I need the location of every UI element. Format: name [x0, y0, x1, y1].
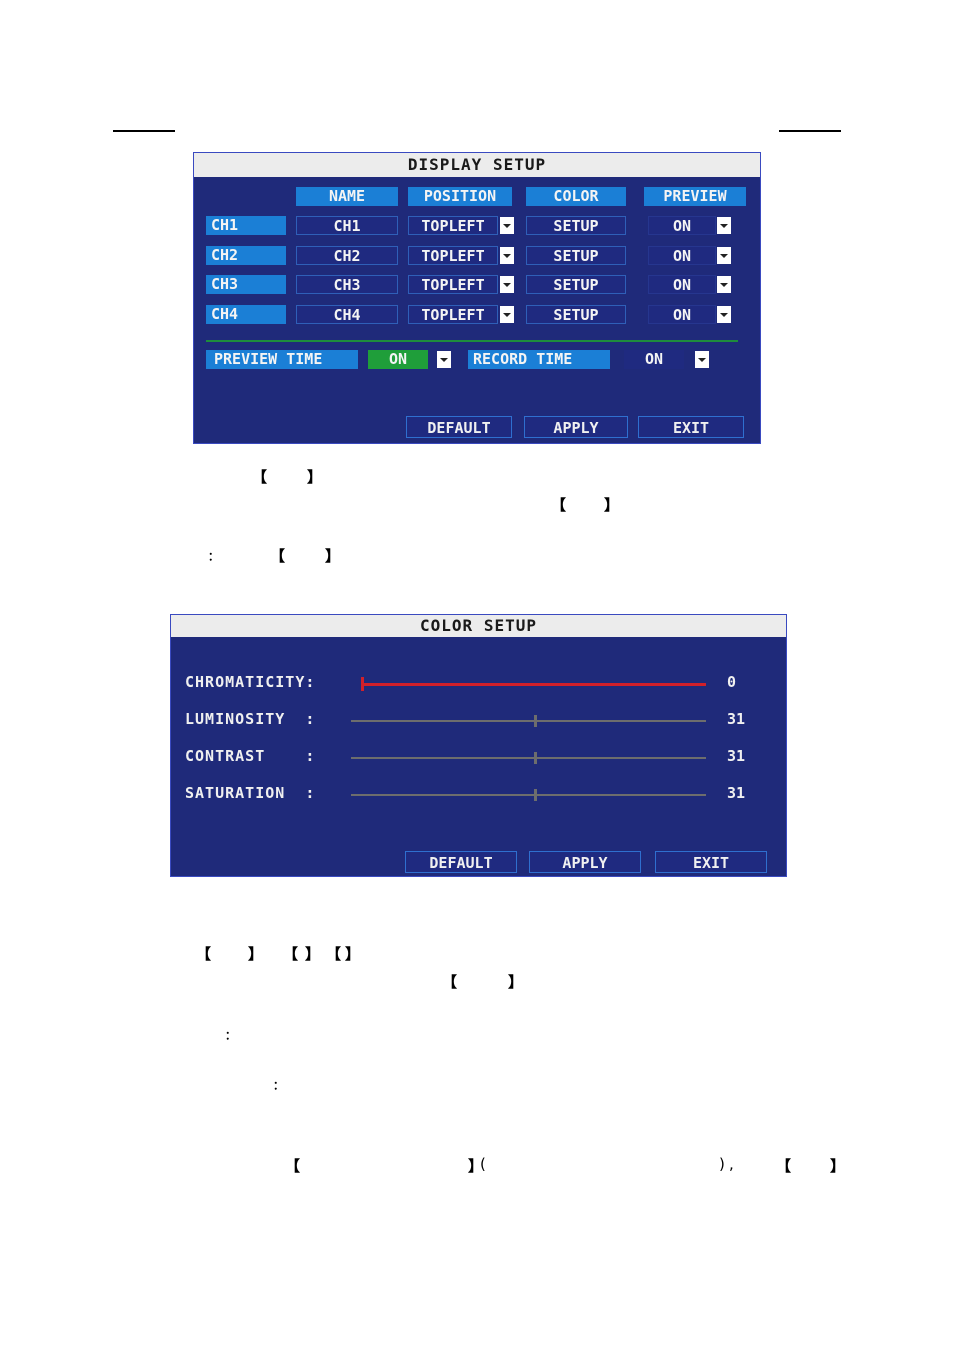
- colon: ：: [225, 1029, 236, 1042]
- channel-label: CH2: [206, 245, 286, 265]
- bracket-open: 【: [776, 1157, 792, 1175]
- slider-handle[interactable]: [533, 752, 537, 764]
- colon: ：: [273, 1079, 284, 1092]
- bracket-close: 】: [305, 945, 321, 963]
- position-dropdown-icon[interactable]: [500, 305, 514, 323]
- color-setup-button[interactable]: SETUP: [526, 275, 626, 294]
- color-setup-button[interactable]: SETUP: [526, 216, 626, 235]
- bracket-close: 】: [508, 973, 524, 991]
- channel-name-field[interactable]: CH3: [296, 275, 398, 294]
- color-setup-button[interactable]: SETUP: [526, 304, 626, 324]
- header-rule-right: [779, 130, 841, 132]
- position-dropdown-icon[interactable]: [500, 246, 514, 264]
- position-select[interactable]: TOPLEFT: [408, 216, 498, 235]
- slider-handle[interactable]: [533, 715, 537, 727]
- exit-button[interactable]: EXIT: [638, 416, 744, 438]
- section-separator: [206, 340, 738, 342]
- preview-dropdown-icon[interactable]: [717, 246, 731, 264]
- color-setup-title: COLOR SETUP: [171, 615, 786, 637]
- position-select[interactable]: TOPLEFT: [408, 275, 498, 294]
- channel-name-field[interactable]: CH2: [296, 245, 398, 265]
- color-default-button[interactable]: DEFAULT: [405, 851, 517, 873]
- position-dropdown-icon[interactable]: [500, 276, 514, 293]
- paren-close: ): [719, 1155, 725, 1173]
- slider-track[interactable]: [361, 683, 706, 686]
- preview-dropdown-icon[interactable]: [717, 305, 731, 323]
- preview-time-select[interactable]: ON: [368, 350, 428, 369]
- bracket-close: 】: [830, 1157, 846, 1175]
- channel-name-field[interactable]: CH1: [296, 216, 398, 235]
- slider-label: CONTRAST :: [185, 747, 316, 765]
- slider-track[interactable]: [351, 720, 706, 722]
- preview-dropdown-icon[interactable]: [717, 217, 731, 234]
- bracket-open: 【: [285, 1157, 301, 1175]
- slider-value: 31: [727, 784, 746, 802]
- slider-track[interactable]: [351, 757, 706, 759]
- color-exit-button[interactable]: EXIT: [655, 851, 767, 873]
- column-header-color: COLOR: [526, 187, 626, 206]
- slider-handle[interactable]: [361, 677, 364, 691]
- channel-label: CH3: [206, 275, 286, 294]
- bracket-open: 【: [551, 496, 567, 514]
- default-button[interactable]: DEFAULT: [406, 416, 512, 438]
- preview-select[interactable]: ON: [648, 304, 716, 324]
- apply-button[interactable]: APPLY: [524, 416, 628, 438]
- bracket-open: 【: [270, 547, 286, 565]
- bracket-close: 】: [248, 945, 264, 963]
- bracket-close: 】: [307, 468, 323, 486]
- bracket-close: 】: [604, 496, 620, 514]
- color-setup-button[interactable]: SETUP: [526, 245, 626, 265]
- display-setup-panel: DISPLAY SETUP NAME POSITION COLOR PREVIE…: [193, 152, 761, 444]
- position-select[interactable]: TOPLEFT: [408, 304, 498, 324]
- position-select[interactable]: TOPLEFT: [408, 245, 498, 265]
- channel-label: CH1: [206, 216, 286, 235]
- bracket-open: 【: [252, 468, 268, 486]
- channel-name-field[interactable]: CH4: [296, 304, 398, 324]
- header-rule-left: [113, 130, 175, 132]
- slider-handle[interactable]: [533, 789, 537, 801]
- record-time-select[interactable]: ON: [624, 350, 684, 369]
- paren-open: (: [480, 1155, 486, 1173]
- comma: ,: [729, 1155, 734, 1173]
- slider-value: 31: [727, 710, 746, 728]
- slider-label: CHROMATICITY:: [185, 673, 316, 691]
- colon: ：: [208, 550, 219, 563]
- bracket-open: 【: [442, 973, 458, 991]
- slider-label: SATURATION :: [185, 784, 316, 802]
- color-apply-button[interactable]: APPLY: [529, 851, 641, 873]
- color-setup-panel: COLOR SETUP CHROMATICITY: 0 LUMINOSITY : …: [170, 614, 787, 877]
- column-header-position: POSITION: [408, 187, 512, 206]
- record-time-label: RECORD TIME: [468, 350, 610, 369]
- column-header-name: NAME: [296, 187, 398, 206]
- bracket-close: 】: [325, 547, 341, 565]
- preview-dropdown-icon[interactable]: [717, 276, 731, 293]
- slider-label: LUMINOSITY :: [185, 710, 316, 728]
- channel-label: CH4: [206, 304, 286, 324]
- slider-value: 31: [727, 747, 746, 765]
- preview-time-label: PREVIEW TIME: [206, 350, 358, 369]
- position-dropdown-icon[interactable]: [500, 217, 514, 234]
- record-time-dropdown-icon[interactable]: [695, 351, 709, 368]
- slider-track[interactable]: [351, 794, 706, 796]
- bracket-open: 【: [196, 945, 212, 963]
- column-header-preview: PREVIEW: [644, 187, 746, 206]
- slider-value: 0: [727, 673, 737, 691]
- preview-select[interactable]: ON: [648, 245, 716, 265]
- display-setup-title: DISPLAY SETUP: [194, 153, 760, 177]
- bracket-open: 【: [326, 945, 342, 963]
- bracket-close: 】: [345, 945, 361, 963]
- preview-time-dropdown-icon[interactable]: [437, 351, 451, 368]
- bracket-open: 【: [283, 945, 299, 963]
- preview-select[interactable]: ON: [648, 275, 716, 294]
- preview-select[interactable]: ON: [648, 216, 716, 235]
